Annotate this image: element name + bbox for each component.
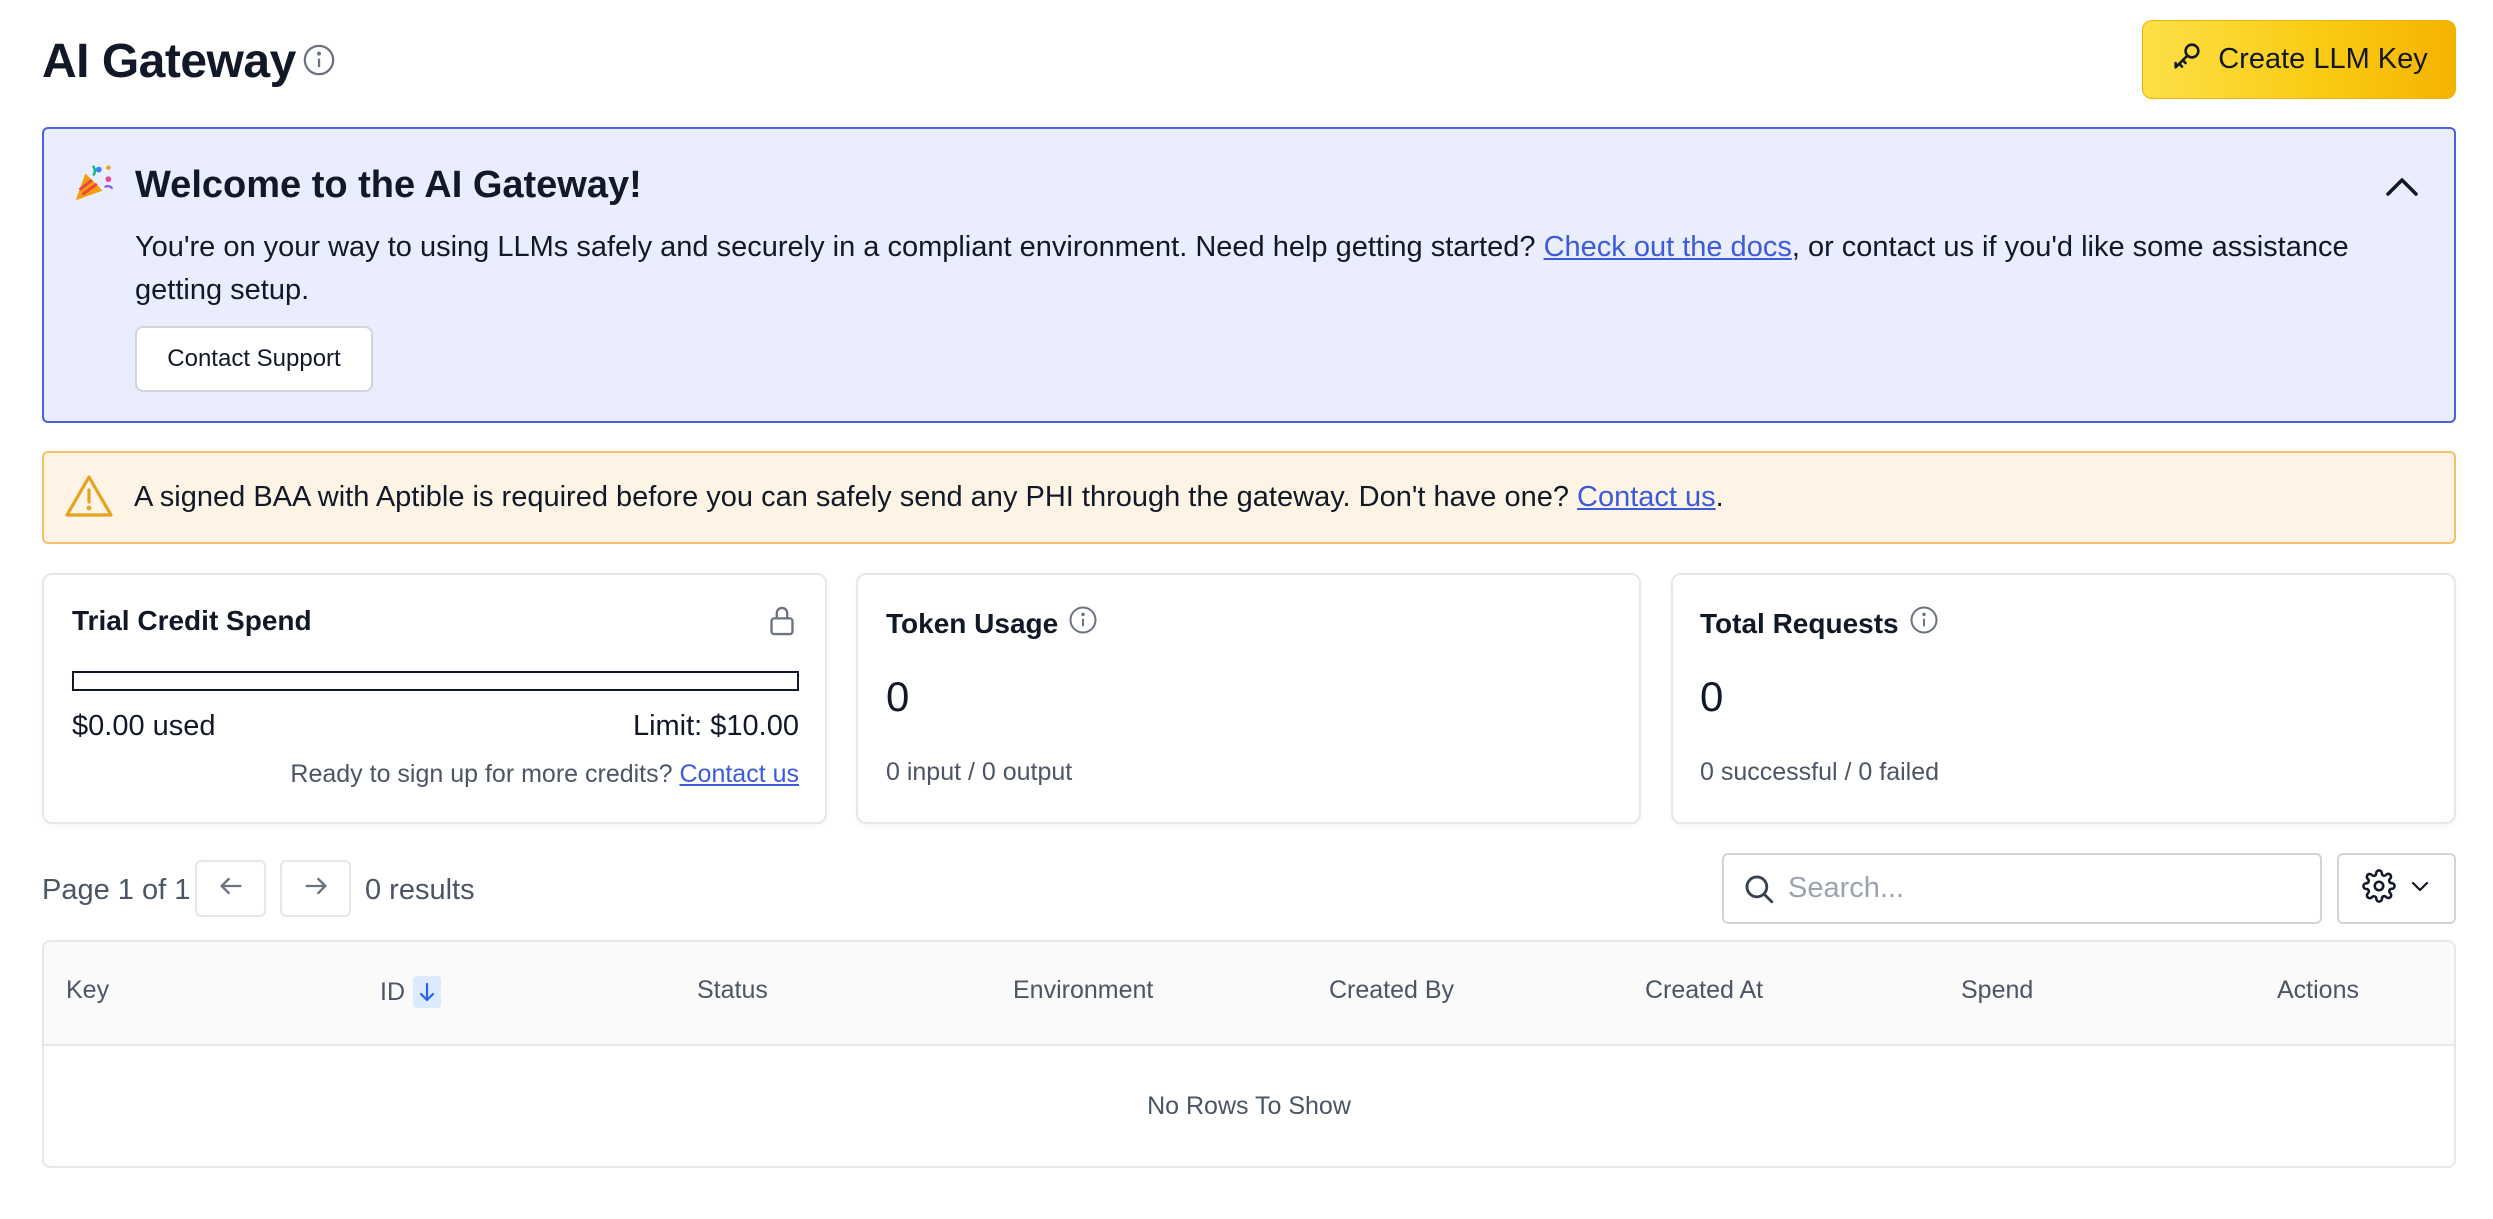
welcome-title: Welcome to the AI Gateway! — [135, 164, 642, 206]
baa-contact-link[interactable]: Contact us — [1577, 481, 1716, 513]
token-card-title: Token Usage — [886, 607, 1059, 639]
column-header-key[interactable]: Key — [66, 976, 109, 1005]
trial-note-text: Ready to sign up for more credits? — [290, 760, 680, 788]
info-icon[interactable] — [302, 43, 336, 77]
trial-contact-link[interactable]: Contact us — [679, 760, 799, 788]
page-indicator: Page 1 of 1 — [42, 874, 191, 906]
welcome-text-start: You're on your way to using LLMs safely … — [135, 231, 1544, 263]
column-header-status[interactable]: Status — [697, 976, 768, 1005]
token-card-header: Token Usage — [886, 605, 1098, 642]
column-header-created-by[interactable]: Created By — [1329, 976, 1454, 1005]
column-header-actions: Actions — [2277, 976, 2359, 1004]
contact-support-button[interactable]: Contact Support — [135, 326, 373, 392]
trial-credit-note: Ready to sign up for more credits? Conta… — [200, 757, 799, 791]
gear-icon — [2361, 869, 2396, 908]
arrow-left-icon — [217, 872, 245, 905]
llm-keys-table: Key ID Status Environment Created By Cre… — [42, 940, 2456, 1168]
column-header-spend[interactable]: Spend — [1961, 976, 2033, 1005]
requests-card-title: Total Requests — [1700, 607, 1899, 639]
docs-link[interactable]: Check out the docs — [1544, 231, 1792, 263]
warning-icon — [64, 473, 114, 519]
trial-credit-progress-bar — [72, 671, 799, 691]
column-header-id-label: ID — [380, 977, 405, 1006]
column-header-id[interactable]: ID — [380, 976, 441, 1008]
key-icon — [2170, 39, 2204, 81]
column-header-environment[interactable]: Environment — [1013, 976, 1153, 1005]
empty-table-message: No Rows To Show — [1147, 1091, 1351, 1120]
lock-icon — [766, 604, 798, 638]
create-llm-key-button[interactable]: Create LLM Key — [2142, 20, 2456, 99]
baa-text-body: A signed BAA with Aptible is required be… — [134, 481, 1578, 513]
token-usage-value: 0 — [886, 673, 910, 720]
ai-gateway-page: AI Gateway Create LLM Key Welcome to the… — [0, 0, 2493, 1219]
create-llm-key-label: Create LLM Key — [2218, 43, 2428, 75]
info-icon[interactable] — [1909, 605, 1939, 642]
chevron-down-icon — [2408, 874, 2432, 903]
info-icon[interactable] — [1068, 605, 1098, 642]
party-popper-icon — [70, 160, 116, 206]
arrow-right-icon — [302, 872, 330, 905]
welcome-description: You're on your way to using LLMs safely … — [135, 226, 2425, 312]
page-title: AI Gateway — [42, 34, 296, 88]
trial-card-title: Trial Credit Spend — [72, 605, 312, 636]
arrow-down-icon — [413, 976, 441, 1008]
previous-page-button[interactable] — [195, 860, 266, 917]
requests-card-header: Total Requests — [1700, 605, 1939, 642]
baa-text-suffix: . — [1715, 481, 1724, 513]
total-requests-value: 0 — [1700, 673, 1724, 720]
column-header-created-at[interactable]: Created At — [1645, 976, 1763, 1005]
search-input[interactable] — [1786, 871, 2290, 906]
search-box — [1722, 853, 2322, 924]
results-count: 0 results — [365, 874, 475, 906]
trial-used-amount: $0.00 used — [72, 710, 216, 742]
baa-warning-text: A signed BAA with Aptible is required be… — [134, 475, 1724, 519]
search-icon — [1742, 872, 1776, 906]
column-settings-button[interactable] — [2337, 853, 2456, 924]
table-header: Key ID Status Environment Created By Cre… — [44, 942, 2454, 1046]
total-requests-breakdown: 0 successful / 0 failed — [1700, 758, 1940, 786]
trial-limit-amount: Limit: $10.00 — [632, 710, 799, 742]
next-page-button[interactable] — [280, 860, 351, 917]
chevron-up-icon[interactable] — [2380, 168, 2424, 204]
token-usage-breakdown: 0 input / 0 output — [886, 758, 1073, 786]
